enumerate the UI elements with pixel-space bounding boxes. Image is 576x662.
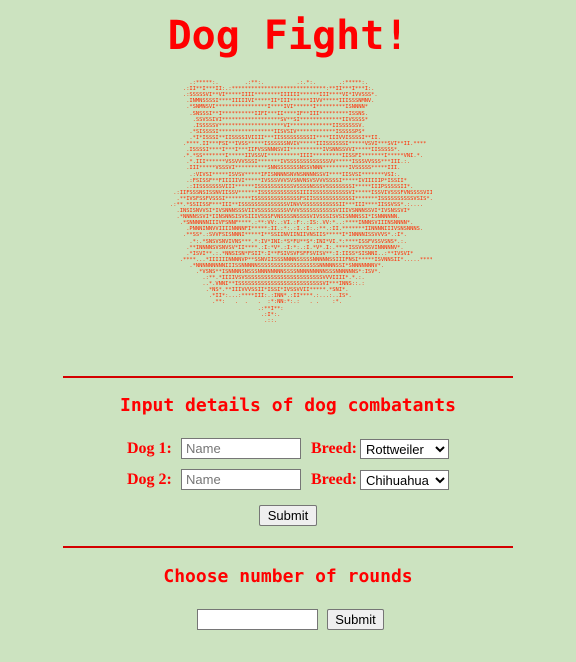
divider-top [63, 376, 513, 378]
rounds-submit-button[interactable]: Submit [327, 609, 384, 630]
page-title: Dog Fight! [167, 13, 409, 59]
ascii-art-text: .:*****:. .:**:. .:.*:. .:*****:. .:II**… [169, 80, 432, 324]
dog1-breed-select[interactable]: Rottweiler [360, 439, 449, 459]
divider-bottom [63, 546, 513, 548]
dog1-name-input[interactable] [181, 438, 301, 459]
rounds-input[interactable] [197, 609, 318, 630]
dog2-breed-select[interactable]: Chihuahua [360, 470, 449, 490]
dog-ascii-art: .:*****:. .:**:. .:.*:. .:*****:. .:II**… [144, 74, 432, 354]
rounds-heading: Choose number of rounds [163, 566, 413, 587]
dog2-breed-label: Breed: [311, 471, 357, 488]
dog2-name-input[interactable] [181, 469, 301, 490]
dog1-label: Dog 1: [127, 440, 172, 457]
combatants-submit-button[interactable]: Submit [259, 505, 317, 526]
dog1-breed-label: Breed: [311, 440, 357, 457]
dog2-label: Dog 2: [127, 471, 172, 488]
combatants-heading: Input details of dog combatants [120, 395, 456, 416]
